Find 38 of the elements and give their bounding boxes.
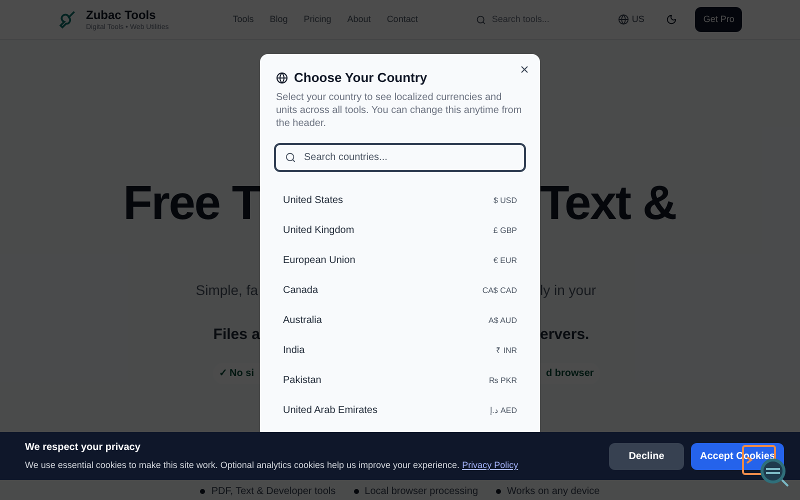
country-name: European Union [283, 254, 356, 268]
currency-label: ₹ INR [496, 344, 517, 356]
country-name: United Kingdom [283, 224, 354, 238]
country-name: United Arab Emirates [283, 404, 378, 418]
hero-title: Free T [122, 180, 260, 228]
hero-note: Files a [212, 325, 260, 345]
cookie-title: We respect your privacy [25, 440, 142, 455]
country-option[interactable]: Australia A$ AUD [274, 306, 526, 336]
dialog-description: Select your country to see localized currencies and units across all tools. You can change this anytime from the header. [276, 90, 523, 130]
close-button[interactable] [519, 64, 530, 75]
hero-note: ervers. [540, 325, 590, 345]
currency-label: A$ AUD [488, 314, 517, 326]
currency-label: € EUR [493, 254, 517, 266]
country-option[interactable]: Canada CA$ CAD [274, 276, 526, 306]
country-search-field[interactable]: Search countries... [274, 142, 526, 172]
currency-label: £ GBP [493, 224, 517, 236]
country-name: Canada [283, 284, 318, 298]
privacy-policy-link[interactable]: Privacy Policy [462, 460, 518, 470]
currency-label: $ USD [493, 194, 517, 206]
country-name: United States [283, 194, 344, 208]
country-option[interactable]: European Union € EUR [274, 246, 526, 276]
country-name: Australia [283, 314, 322, 328]
search-icon [285, 152, 296, 162]
globe-icon [276, 72, 288, 84]
country-option[interactable]: United Kingdom £ GBP [274, 216, 526, 246]
country-name: India [283, 344, 305, 358]
country-name: Pakistan [283, 374, 322, 388]
hero-title: Text & [540, 180, 677, 228]
decline-button[interactable]: Decline [609, 442, 684, 470]
country-option[interactable]: Pakistan ₨ PKR [274, 366, 526, 396]
currency-label: ₨ PKR [489, 374, 517, 386]
cookie-text: We use essential cookies to make this site work. Optional analytics cookies help us improve your experience. Privacy Policy [25, 458, 518, 472]
country-option[interactable]: United States $ USD [274, 186, 526, 216]
country-option[interactable]: India ₹ INR [274, 336, 526, 366]
dialog-title: Choose Your Country [294, 69, 428, 87]
close-icon [519, 64, 530, 75]
currency-label: CA$ CAD [482, 284, 517, 296]
currency-label: د.إ AED [490, 404, 517, 416]
